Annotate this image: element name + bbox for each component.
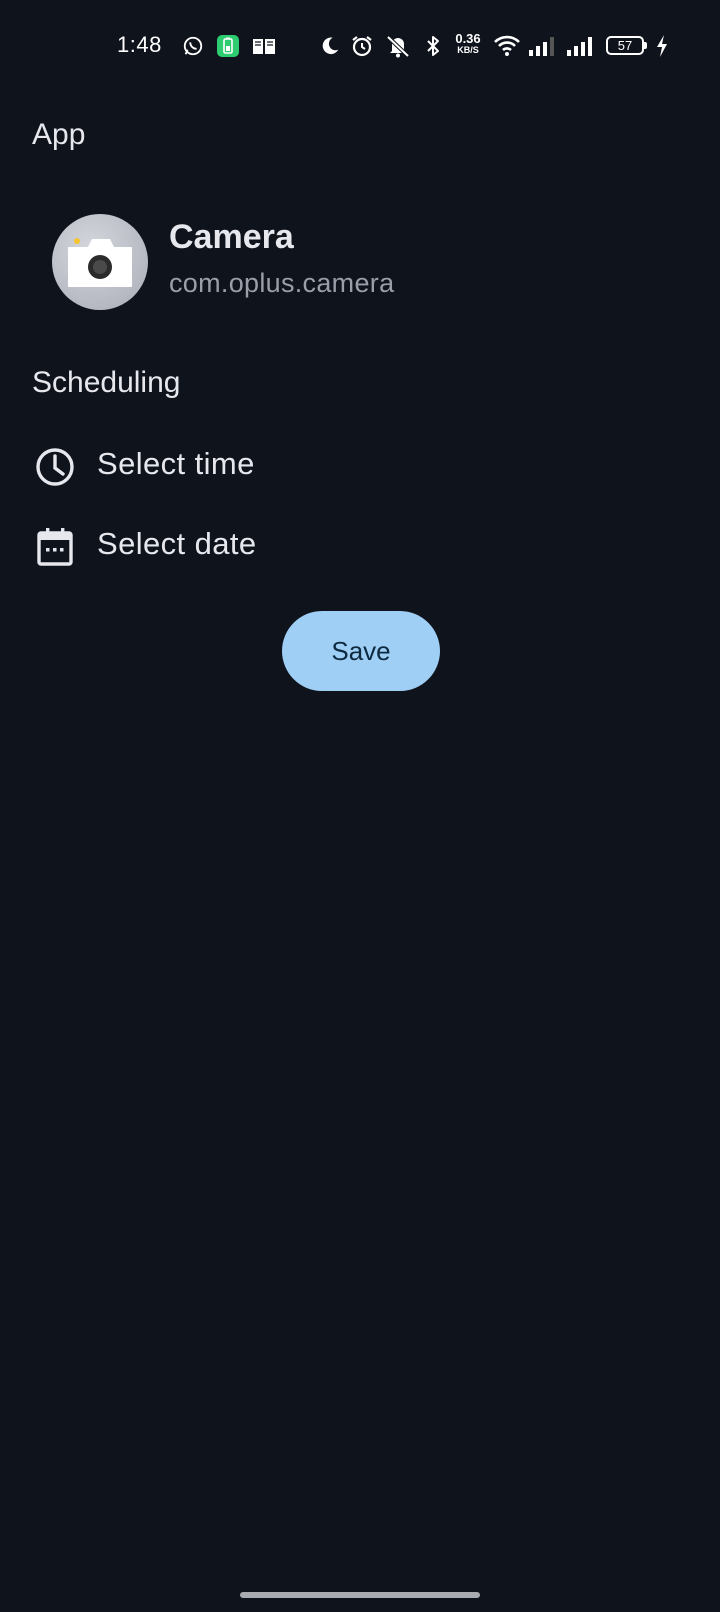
status-bar: 1:48 0.36 KB/S 57 xyxy=(0,28,720,64)
select-time-label: Select time xyxy=(97,446,255,481)
camera-icon xyxy=(52,214,148,310)
app-row[interactable]: Camera com.oplus.camera xyxy=(52,214,672,310)
app-section-header: App xyxy=(32,118,86,151)
moon-icon xyxy=(318,34,342,58)
charging-icon xyxy=(653,34,671,58)
scheduling-section-header: Scheduling xyxy=(32,366,181,399)
save-button[interactable]: Save xyxy=(282,611,440,691)
whatsapp-icon xyxy=(180,34,206,58)
select-time-row[interactable]: Select time xyxy=(34,438,534,494)
signal-icon xyxy=(527,34,557,58)
battery-saver-icon xyxy=(215,34,241,58)
select-date-label: Select date xyxy=(97,526,257,561)
app-package-name: com.oplus.camera xyxy=(169,268,395,298)
status-time: 1:48 xyxy=(117,32,162,57)
home-indicator[interactable] xyxy=(240,1592,480,1598)
calendar-icon xyxy=(34,526,76,568)
network-speed: 0.36 KB/S xyxy=(455,31,481,55)
signal-icon-2 xyxy=(565,34,595,58)
wifi-icon xyxy=(492,34,522,58)
battery-indicator: 57 xyxy=(606,36,647,55)
bluetooth-icon xyxy=(421,34,445,58)
select-date-row[interactable]: Select date xyxy=(34,518,534,574)
alarm-icon xyxy=(349,34,375,58)
app-name: Camera xyxy=(169,218,294,256)
mute-icon xyxy=(383,34,413,58)
clock-icon xyxy=(34,446,76,488)
book-icon xyxy=(251,34,277,58)
